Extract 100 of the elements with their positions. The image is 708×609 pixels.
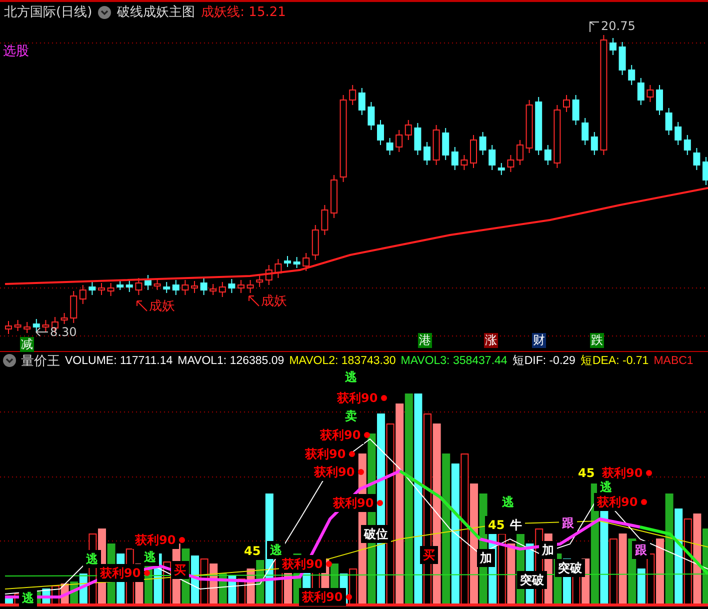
chart-annotation: 获利90: [600, 465, 645, 481]
signal-badge: 港: [418, 333, 432, 348]
candlestick: [238, 280, 244, 294]
indicator-readout: 短DIF: -0.29: [512, 354, 576, 368]
indicator-readout: 短DEA: -0.71: [580, 354, 649, 368]
indicator-readout: MABC1: [654, 354, 694, 366]
chart-annotation: 卖: [343, 408, 359, 424]
volume-bar: [507, 544, 516, 604]
candlestick: [79, 284, 86, 304]
candlestick: [628, 64, 636, 86]
candlestick: [218, 282, 226, 298]
candlestick: [637, 78, 644, 106]
signal-badge: 涨: [484, 333, 498, 348]
candlestick: [516, 140, 524, 166]
candlestick: [265, 264, 272, 286]
price-label: 8.30: [50, 325, 77, 339]
candlestick: [330, 174, 338, 218]
chart-annotation: 获利90: [98, 565, 143, 581]
screen-label: 选股: [3, 45, 29, 59]
candlestick: [460, 154, 468, 170]
candlestick: [507, 154, 514, 172]
candlestick: [98, 282, 105, 296]
candlestick: [144, 274, 152, 290]
dropdown-icon[interactable]: [3, 354, 16, 367]
indicator-readout: MAVOL1: 126385.09: [178, 354, 284, 366]
chart-annotation: 买: [421, 547, 437, 563]
candlestick: [284, 256, 291, 268]
candlestick: [563, 94, 570, 112]
chart-annotation: 获利90: [331, 495, 376, 511]
arrow-icon: [589, 20, 600, 32]
chart-annotation: 突破: [518, 572, 546, 588]
chart-annotation: 牛: [508, 517, 524, 533]
signal-label: 成妖: [261, 293, 287, 310]
candlestick: [349, 84, 356, 106]
candlestick: [377, 120, 384, 146]
chart-annotation: 加: [540, 542, 556, 558]
candlestick: [116, 280, 124, 290]
candlestick: [228, 278, 236, 294]
chart-title: 北方国际(日线): [4, 4, 92, 21]
signal-badge: 跌: [590, 333, 604, 348]
candlestick: [386, 138, 394, 156]
candlestick: [107, 282, 114, 296]
chart-annotation: 买: [172, 562, 188, 578]
candlestick: [163, 282, 170, 294]
candlestick: [646, 84, 654, 102]
chart-annotation: 逃: [20, 590, 36, 606]
candlestick: [572, 94, 580, 126]
candlestick: [498, 162, 505, 176]
candlestick: [191, 280, 198, 294]
candlestick: [424, 142, 430, 166]
candlestick: [42, 320, 50, 332]
candlestick: [404, 120, 412, 140]
indicator-readout: MAVOL2: 183743.30: [289, 354, 396, 366]
candlestick: [321, 204, 328, 236]
candlestick: [312, 224, 319, 260]
chart-annotation: 加: [478, 550, 494, 566]
volume-bar: [618, 534, 627, 604]
chart-annotation: 破位: [362, 526, 390, 542]
candlestick: [172, 280, 180, 296]
candlestick: [618, 42, 626, 76]
indicator-readout: VOLUME: 117711.14: [65, 354, 173, 366]
candlestick: [154, 278, 161, 290]
arrow-icon: [136, 300, 148, 312]
candlestick: [88, 282, 96, 296]
candlestick: [684, 134, 691, 156]
candlestick: [24, 322, 31, 334]
chart-annotation: 逃: [142, 549, 158, 565]
chart-annotation: 逃: [84, 551, 100, 567]
signal-badge: 财: [532, 333, 546, 348]
candlestick: [656, 84, 663, 116]
indicator-readout: MAVOL3: 358437.44: [400, 354, 508, 366]
chart-annotation: 逃: [268, 542, 284, 558]
candlestick: [544, 144, 552, 166]
candlestick: [396, 130, 403, 152]
indicator-readout: 成妖线: 15.21: [201, 4, 286, 21]
candlestick: [674, 122, 682, 146]
chart-annotation: 跟: [560, 515, 576, 531]
candlestick: [582, 118, 589, 146]
candlestick: [470, 134, 477, 168]
chart-annotation: 跟: [633, 542, 649, 558]
candlestick: [60, 312, 68, 324]
candlestick: [200, 278, 208, 296]
candlestick: [274, 258, 282, 278]
candlestick: [535, 96, 542, 156]
candlestick: [488, 144, 496, 170]
chart-annotation: 获利90: [300, 589, 345, 605]
candlestick: [293, 256, 300, 268]
candlestick: [590, 132, 598, 156]
candlestick: [302, 252, 310, 272]
candlestick: [432, 124, 440, 166]
candlestick: [32, 318, 40, 332]
candlestick: [702, 156, 708, 186]
chart-annotation: 逃: [343, 369, 359, 385]
candlestick: [135, 278, 142, 296]
chart-annotation: 获利90: [133, 532, 178, 548]
candlestick: [246, 280, 254, 294]
arrow-icon: [35, 327, 49, 337]
chart-annotation: 获利90: [318, 427, 363, 443]
chart-annotation: 获利90: [280, 556, 325, 572]
dropdown-icon[interactable]: [98, 6, 112, 18]
